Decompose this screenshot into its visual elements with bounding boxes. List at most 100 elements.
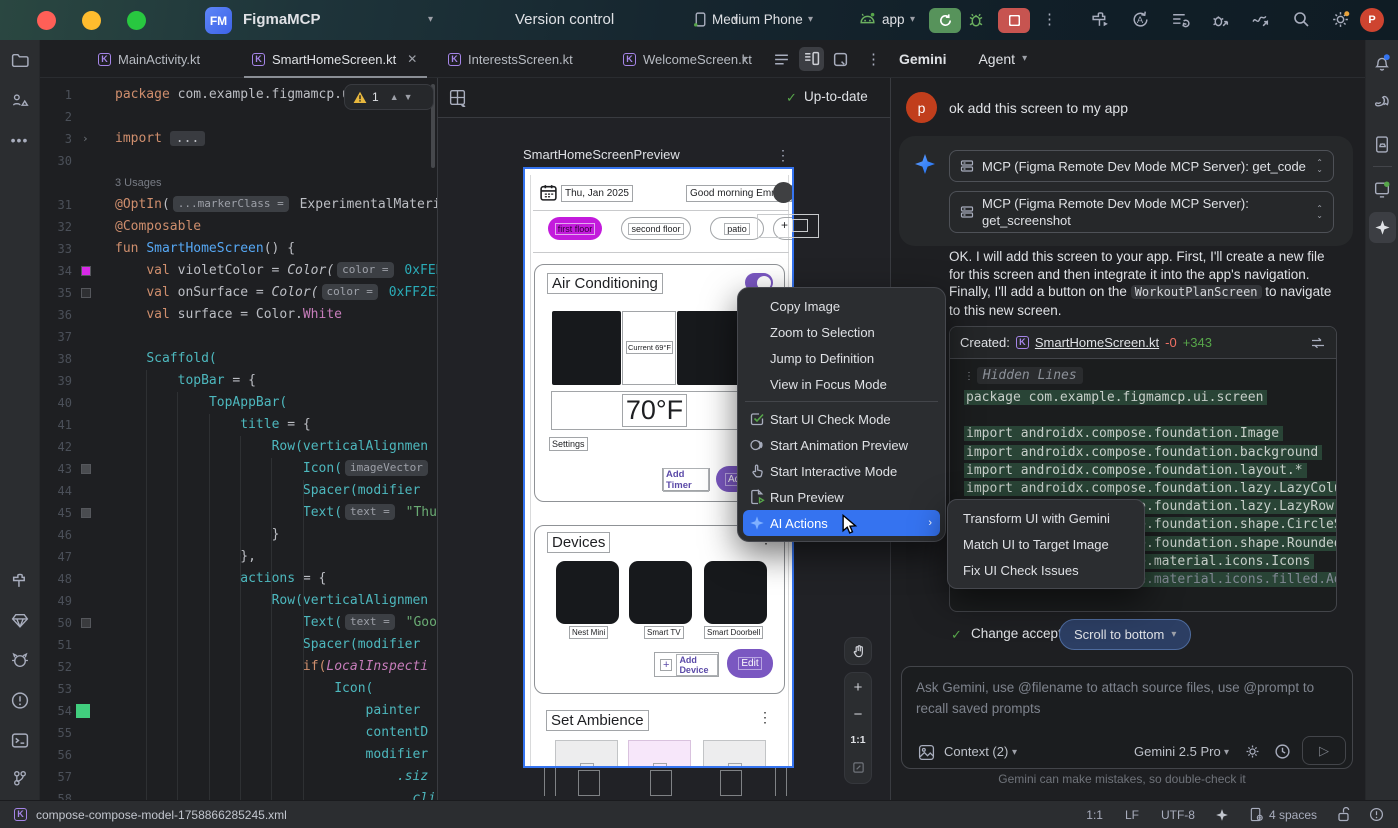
- debug-icon[interactable]: [966, 10, 986, 30]
- diff-icon[interactable]: [1310, 336, 1326, 350]
- zoom-in-icon[interactable]: +: [845, 673, 871, 701]
- maximize-window-button[interactable]: [127, 11, 146, 30]
- avatar[interactable]: [773, 182, 794, 203]
- more-icon[interactable]: ⋮: [758, 715, 772, 720]
- chip-second-floor[interactable]: second floor: [621, 217, 691, 240]
- more-icon[interactable]: ⋮: [866, 50, 881, 68]
- stop-button[interactable]: [998, 8, 1030, 33]
- split-view-icon[interactable]: [799, 47, 824, 71]
- add-timer-button[interactable]: Add Timer: [662, 468, 710, 491]
- tab-smarthomescreen[interactable]: K SmartHomeScreen.kt ✕: [252, 40, 417, 78]
- run-config-selector[interactable]: app: [882, 12, 905, 27]
- more-icon[interactable]: ⋮: [776, 147, 790, 164]
- device-manager-icon[interactable]: [1373, 135, 1392, 154]
- design-view-icon[interactable]: [832, 51, 849, 68]
- rerun-button[interactable]: [929, 8, 961, 33]
- tab-welcomescreen[interactable]: K WelcomeScreen.kt: [623, 40, 752, 78]
- attach-debugger-icon[interactable]: [1210, 9, 1231, 30]
- model-selector[interactable]: Gemini 2.5 Pro: [1134, 744, 1221, 759]
- zoom-level[interactable]: 1:1: [845, 727, 871, 753]
- expand-icon[interactable]: ⌃⌄: [1316, 159, 1323, 173]
- tool-call-get-screenshot[interactable]: MCP (Figma Remote Dev Mode MCP Server):g…: [949, 191, 1334, 233]
- tab-mainactivity[interactable]: K MainActivity.kt: [98, 40, 200, 78]
- prompt-input[interactable]: Ask Gemini, use @filename to attach sour…: [901, 666, 1353, 769]
- tool-call-get-code[interactable]: MCP (Figma Remote Dev Mode MCP Server): …: [949, 150, 1334, 182]
- todo-list-icon[interactable]: [1170, 9, 1191, 30]
- scroll-to-bottom-button[interactable]: Scroll to bottom▾: [1059, 619, 1191, 650]
- preview-title[interactable]: SmartHomeScreenPreview: [523, 147, 680, 162]
- device-tile[interactable]: [704, 561, 767, 624]
- expand-icon[interactable]: ⌃⌄: [1316, 205, 1323, 219]
- chevron-down-icon[interactable]: ▼: [404, 92, 413, 102]
- ac-settings-label[interactable]: Settings: [549, 437, 588, 451]
- selection-handle[interactable]: [757, 214, 819, 238]
- menu-item-match-ui[interactable]: Match UI to Target Image: [953, 531, 1139, 557]
- caret-position[interactable]: 1:1: [1086, 808, 1103, 822]
- hidden-lines-row[interactable]: ⋮ Hidden Lines: [950, 359, 1336, 383]
- menu-item-start-animation-preview[interactable]: Start Animation Preview: [743, 432, 940, 458]
- menu-item-zoom-to-selection[interactable]: Zoom to Selection: [743, 319, 940, 345]
- menu-item-start-interactive-mode[interactable]: Start Interactive Mode: [743, 458, 940, 484]
- terminal-icon[interactable]: [10, 731, 29, 750]
- running-devices-icon[interactable]: [1373, 180, 1392, 199]
- chip-first-floor[interactable]: first floor: [548, 217, 602, 240]
- gemini-tab-selected[interactable]: [1369, 212, 1396, 243]
- sync-icon[interactable]: A: [1130, 9, 1151, 30]
- problems-icon[interactable]: [10, 691, 29, 710]
- settings-icon[interactable]: [1330, 9, 1351, 30]
- settings-icon[interactable]: [1244, 743, 1261, 760]
- line-ending[interactable]: LF: [1125, 808, 1139, 822]
- vcs-menu[interactable]: Version control: [515, 11, 614, 28]
- chevron-down-icon[interactable]: ▾: [742, 54, 747, 65]
- statusbar-file[interactable]: compose-compose-model-1758866285245.xml: [36, 808, 287, 822]
- app-insights-icon[interactable]: [10, 611, 29, 630]
- inspections-icon[interactable]: [1369, 807, 1384, 822]
- resource-manager-icon[interactable]: [10, 91, 29, 110]
- ambience-tile[interactable]: [555, 740, 618, 768]
- build-hammer-icon[interactable]: [10, 571, 29, 590]
- close-icon[interactable]: ✕: [407, 52, 417, 66]
- more-icon[interactable]: •••: [11, 132, 29, 148]
- chevron-up-icon[interactable]: ▲: [390, 92, 399, 102]
- layout-grid-icon[interactable]: [448, 88, 467, 107]
- search-icon[interactable]: [1291, 9, 1311, 29]
- unlock-icon[interactable]: [1337, 807, 1351, 822]
- gemini-sparkle-icon[interactable]: [1215, 808, 1229, 822]
- list-view-icon[interactable]: [773, 51, 790, 68]
- code-editor[interactable]: 1package com.example.figmamcp.u23›import…: [40, 78, 437, 800]
- device-tile[interactable]: [556, 561, 619, 624]
- more-icon[interactable]: ⋮: [1042, 10, 1057, 28]
- device-selector[interactable]: Medium Phone: [712, 12, 803, 27]
- menu-item-view-in-focus-mode[interactable]: View in Focus Mode: [743, 371, 940, 397]
- ambience-tile[interactable]: [703, 740, 766, 768]
- add-device-button[interactable]: + Add Device: [654, 652, 719, 677]
- menu-item-fix-ui-check[interactable]: Fix UI Check Issues: [953, 557, 1139, 583]
- menu-item-copy-image[interactable]: Copy Image: [743, 293, 940, 319]
- context-selector[interactable]: Context (2): [944, 744, 1008, 759]
- chip-patio[interactable]: patio: [710, 217, 764, 240]
- pan-button[interactable]: [844, 637, 872, 665]
- gradle-icon[interactable]: [1373, 93, 1392, 112]
- file-encoding[interactable]: UTF-8: [1161, 808, 1195, 822]
- tab-agent[interactable]: Agent: [978, 51, 1015, 67]
- notifications-icon[interactable]: [1373, 53, 1392, 72]
- version-control-icon[interactable]: [10, 769, 29, 788]
- created-file-link[interactable]: SmartHomeScreen.kt: [1035, 335, 1159, 350]
- logcat-icon[interactable]: [10, 651, 29, 670]
- menu-item-start-ui-check[interactable]: Start UI Check Mode: [743, 406, 940, 432]
- user-avatar[interactable]: P: [1360, 8, 1384, 32]
- history-icon[interactable]: [1274, 743, 1291, 760]
- inspection-widget[interactable]: 1 ▲ ▼: [344, 84, 434, 110]
- indent-config[interactable]: 4 spaces: [1249, 807, 1317, 822]
- menu-item-jump-to-definition[interactable]: Jump to Definition: [743, 345, 940, 371]
- minimize-window-button[interactable]: [82, 11, 101, 30]
- menu-item-run-preview[interactable]: Run Preview: [743, 484, 940, 510]
- edit-button[interactable]: Edit: [727, 649, 773, 678]
- send-button[interactable]: ▷: [1302, 736, 1346, 765]
- fit-screen-icon[interactable]: [845, 753, 871, 781]
- ambience-tile[interactable]: [628, 740, 691, 768]
- close-window-button[interactable]: [37, 11, 56, 30]
- tab-interestsscreen[interactable]: K InterestsScreen.kt: [448, 40, 573, 78]
- image-attach-icon[interactable]: [918, 744, 935, 761]
- device-tile[interactable]: [629, 561, 692, 624]
